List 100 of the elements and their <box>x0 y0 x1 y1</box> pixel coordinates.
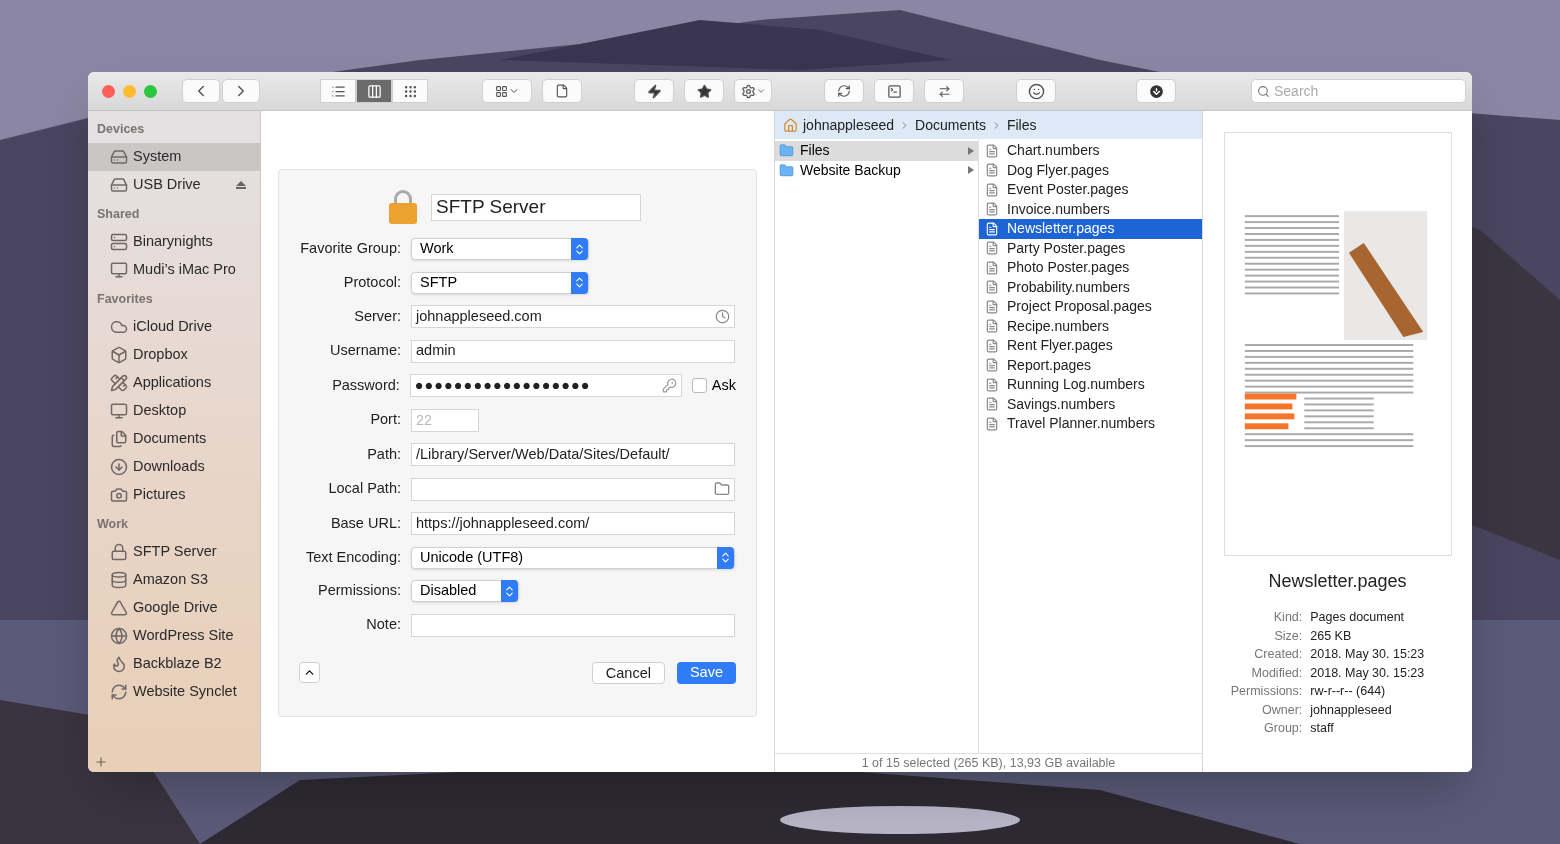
select-dropdown[interactable]: SFTP <box>411 271 589 294</box>
action-button[interactable] <box>634 79 674 103</box>
collapse-button[interactable] <box>299 662 320 683</box>
file-row[interactable]: Running Log.numbers <box>979 375 1202 395</box>
sidebar-item[interactable]: Amazon S3 <box>88 566 260 594</box>
sidebar-item[interactable]: Downloads <box>88 453 260 481</box>
folder-row[interactable]: Files <box>775 141 978 161</box>
sidebar-item[interactable]: Desktop <box>88 397 260 425</box>
arrange-button[interactable] <box>482 79 532 103</box>
select-dropdown[interactable]: Disabled <box>411 580 519 602</box>
arrange-icon <box>494 84 520 98</box>
file-row[interactable]: Travel Planner.numbers <box>979 414 1202 434</box>
breadcrumb-item[interactable]: Documents <box>915 114 986 136</box>
select-dropdown[interactable]: Work <box>411 238 589 260</box>
stepper-icon <box>573 276 586 289</box>
info-label: Group: <box>1263 720 1303 737</box>
document-icon <box>985 299 999 314</box>
folder-row[interactable]: Website Backup <box>775 160 978 180</box>
sidebar-item[interactable]: Google Drive <box>88 594 260 622</box>
info-label: Created: <box>1253 646 1303 663</box>
text-field[interactable] <box>411 613 735 637</box>
server-icon <box>110 233 128 251</box>
emoji-button[interactable] <box>1016 79 1056 103</box>
file-row[interactable]: Savings.numbers <box>979 394 1202 414</box>
sidebar-item[interactable]: SFTP Server <box>88 538 260 566</box>
sidebar-item[interactable]: Backblaze B2 <box>88 650 260 678</box>
sidebar-item[interactable]: System <box>88 143 260 171</box>
sidebar-item[interactable]: USB Drive <box>88 171 260 199</box>
document-icon <box>985 280 999 295</box>
document-icon <box>985 241 999 256</box>
sidebar-item[interactable]: Website Synclet <box>88 678 260 706</box>
file-row[interactable]: Project Proposal.pages <box>979 297 1202 317</box>
name-field[interactable]: SFTP Server <box>431 193 641 221</box>
view-mode-button[interactable] <box>320 79 356 103</box>
forward-button[interactable] <box>222 79 260 103</box>
sidebar-heading: Work <box>96 516 130 533</box>
document-icon <box>985 377 999 392</box>
local-path-field[interactable] <box>411 477 735 501</box>
info-label: Modified: <box>1250 664 1303 681</box>
files-icon <box>110 430 128 448</box>
sidebar-item[interactable]: Mudi’s iMac Pro <box>88 256 260 284</box>
lock-icon <box>110 543 128 561</box>
file-row[interactable]: Report.pages <box>979 355 1202 375</box>
file-row[interactable]: Rent Flyer.pages <box>979 336 1202 356</box>
field-label: Password: <box>331 375 400 395</box>
file-row[interactable]: Event Poster.pages <box>979 180 1202 200</box>
sidebar-item[interactable]: Documents <box>88 425 260 453</box>
breadcrumb-item[interactable]: Files <box>1006 114 1037 136</box>
select-dropdown[interactable]: Unicode (UTF8) <box>411 546 735 569</box>
terminal-icon <box>886 83 902 99</box>
cancel-button[interactable]: Cancel <box>591 661 665 684</box>
view-mode-button[interactable] <box>356 79 392 103</box>
view-mode-button[interactable] <box>392 79 428 103</box>
field-label: Base URL: <box>329 513 401 533</box>
server-field[interactable]: johnappleseed.com <box>411 305 735 328</box>
file-row[interactable]: Party Poster.pages <box>979 238 1202 258</box>
sidebar-item[interactable]: Applications <box>88 369 260 397</box>
file-row[interactable]: Photo Poster.pages <box>979 258 1202 278</box>
file-row[interactable]: Chart.numbers <box>979 141 1202 161</box>
file-row[interactable]: Invoice.numbers <box>979 199 1202 219</box>
breadcrumb-item[interactable]: johnappleseed <box>803 114 895 136</box>
sidebar-item[interactable]: Pictures <box>88 481 260 509</box>
terminal-button[interactable] <box>874 79 914 103</box>
info-value: 2018. May 30. 15:23 <box>1310 664 1425 681</box>
sidebar-item[interactable]: WordPress Site <box>88 622 260 650</box>
info-value: Pages document <box>1310 609 1406 626</box>
field-label: Note: <box>365 615 401 635</box>
sidebar-item[interactable]: Dropbox <box>88 341 260 369</box>
flame-icon <box>110 655 128 673</box>
text-field[interactable]: admin <box>411 339 735 363</box>
file-row[interactable]: Recipe.numbers <box>979 316 1202 336</box>
stepper-icon <box>573 242 586 256</box>
sidebar-heading: Shared <box>96 206 141 223</box>
document-icon <box>985 221 999 236</box>
compare-button[interactable] <box>924 79 964 103</box>
columns-view-icon <box>366 83 382 99</box>
file-row[interactable]: Newsletter.pages <box>979 219 1202 239</box>
field-label: Username: <box>329 341 401 361</box>
field-label: Permissions: <box>317 581 401 601</box>
box-icon <box>110 346 128 364</box>
download-button[interactable] <box>1136 79 1176 103</box>
file-row[interactable]: Probability.numbers <box>979 277 1202 297</box>
close-button[interactable] <box>102 84 115 98</box>
port-field[interactable]: 22 <box>411 408 479 432</box>
favorite-button[interactable] <box>684 79 724 103</box>
field-label: Local Path: <box>327 479 401 499</box>
sync-button[interactable] <box>824 79 864 103</box>
password-field[interactable]: ●●●●●●●●●●●●●●●●●● <box>409 374 682 397</box>
sidebar-item[interactable]: iCloud Drive <box>88 313 260 341</box>
file-row[interactable]: Dog Flyer.pages <box>979 160 1202 180</box>
eject-icon[interactable] <box>236 181 246 189</box>
new-file-button[interactable] <box>542 79 582 103</box>
checkbox[interactable] <box>691 378 707 393</box>
search-field[interactable]: Search <box>1251 79 1466 103</box>
back-button[interactable] <box>182 79 220 103</box>
text-field[interactable]: /Library/Server/Web/Data/Sites/Default/ <box>411 443 735 466</box>
settings-button[interactable] <box>734 79 772 103</box>
sidebar-item[interactable]: Binarynights <box>88 228 260 256</box>
text-field[interactable]: https://johnappleseed.com/ <box>411 512 735 535</box>
save-button[interactable]: Save <box>676 661 736 684</box>
